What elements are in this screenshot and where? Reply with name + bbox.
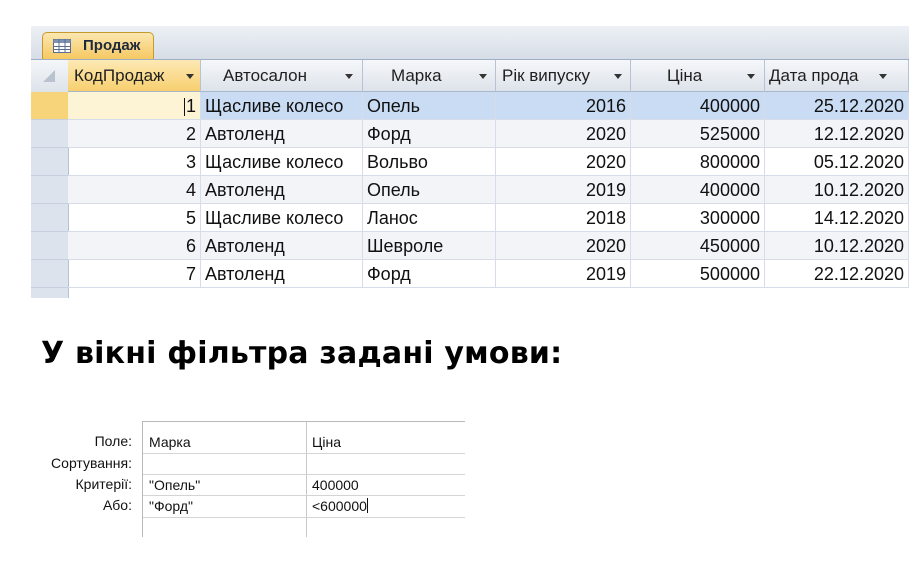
chevron-down-icon[interactable] [879, 74, 887, 79]
cell-id[interactable]: 4 [68, 176, 201, 204]
cell-price[interactable]: 400000 [631, 176, 765, 204]
cell-date[interactable]: 05.12.2020 [765, 148, 909, 176]
record-selector[interactable] [31, 92, 68, 120]
record-selector[interactable] [31, 120, 68, 148]
cell-price[interactable]: 300000 [631, 204, 765, 232]
column-header-label: Ціна [667, 66, 703, 85]
column-header-avtosalon[interactable]: Автосалон [201, 60, 363, 92]
cell-dealer[interactable]: Щасливе колесо [201, 92, 363, 120]
column-header-tsina[interactable]: Ціна [631, 60, 765, 92]
column-divider [306, 422, 307, 537]
chevron-down-icon[interactable] [479, 74, 487, 79]
row-divider [143, 453, 465, 454]
cell-year[interactable]: 2019 [496, 176, 631, 204]
cell-date[interactable]: 14.12.2020 [765, 204, 909, 232]
column-header-marka[interactable]: Марка [363, 60, 496, 92]
cell-id[interactable]: 5 [68, 204, 201, 232]
or-cell-marka[interactable]: "Форд" [149, 498, 193, 514]
filter-heading: У вікні фільтра задані умови: [41, 336, 563, 371]
datasheet-grid: КодПродаж Автосалон Марка Рік випуску Ці… [31, 60, 909, 298]
cell-dealer[interactable]: Автоленд [201, 176, 363, 204]
cell-id[interactable]: 3 [68, 148, 201, 176]
cell-price[interactable]: 450000 [631, 232, 765, 260]
cell-year[interactable]: 2016 [496, 92, 631, 120]
cell-brand[interactable]: Вольво [363, 148, 496, 176]
column-header-label: Дата прода [769, 66, 859, 85]
cell-date[interactable]: 25.12.2020 [765, 92, 909, 120]
cell-price[interactable]: 525000 [631, 120, 765, 148]
cell-price[interactable]: 500000 [631, 260, 765, 288]
cell-date[interactable]: 22.12.2020 [765, 260, 909, 288]
record-selector-column [31, 60, 69, 298]
cell-year[interactable]: 2018 [496, 204, 631, 232]
chevron-down-icon[interactable] [747, 74, 755, 79]
criteria-cell-marka[interactable]: "Опель" [149, 477, 200, 493]
column-header-rik-vypusku[interactable]: Рік випуску [496, 60, 631, 92]
cell-brand[interactable]: Форд [363, 260, 496, 288]
row-divider [143, 474, 465, 475]
or-cell-tsina[interactable]: <600000 [312, 498, 368, 514]
select-all-corner[interactable] [31, 60, 68, 93]
cell-brand[interactable]: Ланос [363, 204, 496, 232]
row-label-criteria: Критерії: [75, 476, 132, 492]
column-header-data-prodazhu[interactable]: Дата прода [765, 60, 909, 92]
cell-date[interactable]: 10.12.2020 [765, 176, 909, 204]
column-header-kodprodazh[interactable]: КодПродаж [68, 60, 201, 92]
cell-dealer[interactable]: Автоленд [201, 260, 363, 288]
row-divider [143, 495, 465, 496]
cell-year[interactable]: 2020 [496, 148, 631, 176]
field-cell-marka[interactable]: Марка [149, 434, 191, 450]
record-selector[interactable] [31, 260, 68, 288]
table-window: Продаж КодПродаж Автосалон Марка Рік вип… [31, 26, 909, 298]
row-label-sort: Сортування: [51, 455, 132, 471]
row-label-field: Поле: [94, 433, 132, 449]
cell-year[interactable]: 2020 [496, 232, 631, 260]
row-divider [143, 517, 465, 518]
tab-prodazh[interactable]: Продаж [42, 32, 154, 59]
chevron-down-icon[interactable] [186, 74, 194, 79]
cell-brand[interactable]: Форд [363, 120, 496, 148]
cell-id[interactable]: 2 [68, 120, 201, 148]
field-cell-tsina[interactable]: Ціна [312, 434, 341, 450]
cell-price[interactable]: 800000 [631, 148, 765, 176]
filter-design-grid: Марка Ціна "Опель" 400000 "Форд" <600000 [142, 421, 465, 537]
cell-id[interactable]: 6 [68, 232, 201, 260]
cell-dealer[interactable]: Щасливе колесо [201, 204, 363, 232]
cell-dealer[interactable]: Автоленд [201, 232, 363, 260]
cell-year[interactable]: 2019 [496, 260, 631, 288]
tab-label: Продаж [83, 37, 141, 54]
sort-cell-tsina[interactable] [312, 456, 462, 472]
record-selector[interactable] [31, 176, 68, 204]
chevron-down-icon[interactable] [345, 74, 353, 79]
cell-id[interactable]: 1 [68, 92, 201, 120]
sort-cell-marka[interactable] [149, 456, 299, 472]
cell-dealer[interactable]: Щасливе колесо [201, 148, 363, 176]
cell-brand[interactable]: Шевроле [363, 232, 496, 260]
table-icon [53, 39, 71, 53]
cell-year[interactable]: 2020 [496, 120, 631, 148]
chevron-down-icon[interactable] [614, 74, 622, 79]
row-label-or: Або: [102, 497, 132, 513]
text-cursor [366, 498, 368, 513]
cell-date[interactable]: 12.12.2020 [765, 120, 909, 148]
cell-brand[interactable]: Опель [363, 176, 496, 204]
tab-strip: Продаж [31, 26, 909, 60]
column-header-label: Рік випуску [502, 66, 590, 85]
column-header-label: Марка [391, 66, 442, 85]
record-selector[interactable] [31, 232, 68, 260]
cell-id[interactable]: 7 [68, 260, 201, 288]
cell-date[interactable]: 10.12.2020 [765, 232, 909, 260]
column-header-label: КодПродаж [74, 66, 165, 85]
record-selector[interactable] [31, 204, 68, 232]
record-selector[interactable] [31, 148, 68, 176]
column-header-label: Автосалон [223, 66, 307, 85]
criteria-cell-tsina[interactable]: 400000 [312, 477, 359, 493]
cell-price[interactable]: 400000 [631, 92, 765, 120]
cell-brand[interactable]: Опель [363, 92, 496, 120]
cell-dealer[interactable]: Автоленд [201, 120, 363, 148]
